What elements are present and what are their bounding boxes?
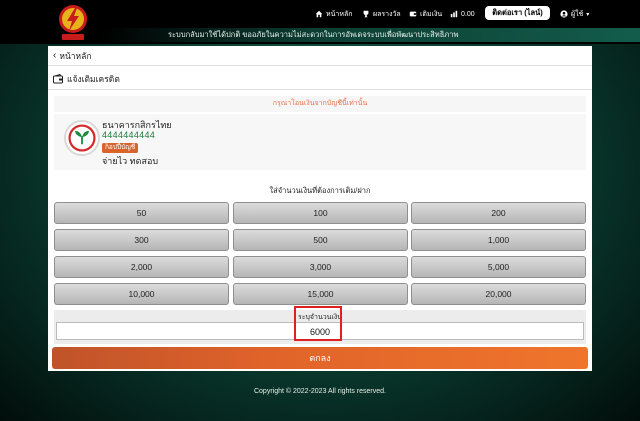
amount-button[interactable]: 15,000 <box>233 283 408 305</box>
nav-topup[interactable]: เติมเงิน <box>409 7 442 21</box>
kasikorn-bank-logo <box>64 120 100 156</box>
home-icon <box>315 10 323 18</box>
back-label: หน้าหลัก <box>59 50 92 61</box>
chevron-left-icon: ‹ <box>53 50 57 61</box>
warning-notice: กรุณาโอนเงินจากบัญชีนี้เท่านั้น <box>54 96 586 112</box>
announcement-marquee: ระบบกลับมาใช้ได้ปกติ ขออภัยในความไม่สะดว… <box>100 28 640 42</box>
submit-button[interactable]: ตกลง <box>52 347 588 369</box>
wallet-icon <box>53 73 63 83</box>
amount-button[interactable]: 3,000 <box>233 256 408 278</box>
copy-account-button[interactable]: ก็อปปี้บัญชี <box>102 143 139 153</box>
chart-bars-icon <box>450 10 458 18</box>
nav-home-label: หน้าหลัก <box>326 10 353 18</box>
nav-balance[interactable]: 0.00 <box>450 7 475 21</box>
amount-grid: 50 100 200 300 500 1,000 2,000 3,000 5,0… <box>54 202 588 306</box>
amount-button[interactable]: 5,000 <box>411 256 586 278</box>
amount-button[interactable]: 2,000 <box>54 256 229 278</box>
amount-button[interactable]: 20,000 <box>411 283 586 305</box>
amount-button[interactable]: 500 <box>233 229 408 251</box>
amount-button[interactable]: 200 <box>411 202 586 224</box>
user-label: ผู้ใช้ <box>571 10 584 18</box>
top-bar: หน้าหลัก ผลรางวัล เติมเงิน 0.00 ติดต่อเร… <box>0 0 640 44</box>
footer-copyright: Copyright © 2022-2023 All rights reserve… <box>253 388 386 395</box>
user-menu[interactable]: ผู้ใช้ ▾ <box>560 7 589 21</box>
balance-value: 0.00 <box>461 10 475 18</box>
nav-topup-label: เติมเงิน <box>420 10 443 18</box>
chevron-down-icon: ▾ <box>586 11 590 18</box>
section-title-text: แจ้งเติมเครดิต <box>67 73 120 84</box>
nav-results-label: ผลรางวัล <box>373 10 401 18</box>
contact-line-button[interactable]: ติดต่อเรา (ไลน์) <box>485 6 550 20</box>
custom-amount-highlight <box>294 306 342 341</box>
nav-home[interactable]: หน้าหลัก <box>315 7 352 21</box>
bank-card: ธนาคารกสิกรไทย 4444444444 ก็อปปี้บัญชี จ… <box>54 114 586 170</box>
section-title: แจ้งเติมเครดิต <box>48 68 592 90</box>
amount-button[interactable]: 10,000 <box>54 283 229 305</box>
account-holder: จ่ายไว ทดสอบ <box>102 156 159 166</box>
submit-label: ตกลง <box>309 353 331 363</box>
amount-button[interactable]: 100 <box>233 202 408 224</box>
marquee-text: ระบบกลับมาใช้ได้ปกติ ขออภัยในความไม่สะดว… <box>168 30 459 39</box>
user-icon <box>560 10 568 18</box>
wallet-icon <box>409 11 417 17</box>
contact-label: ติดต่อเรา (ไลน์) <box>492 8 543 17</box>
amount-button[interactable]: 300 <box>54 229 229 251</box>
back-link[interactable]: ‹ หน้าหลัก <box>48 46 592 66</box>
trophy-icon <box>363 10 369 18</box>
amount-prompt: ใส่จำนวนเงินที่ต้องการเติม/ฝาก <box>269 186 371 195</box>
bank-account-number: 4444444444 <box>102 130 156 140</box>
amount-button[interactable]: 50 <box>54 202 229 224</box>
amount-button[interactable]: 1,000 <box>411 229 586 251</box>
nav-results[interactable]: ผลรางวัล <box>362 7 401 21</box>
